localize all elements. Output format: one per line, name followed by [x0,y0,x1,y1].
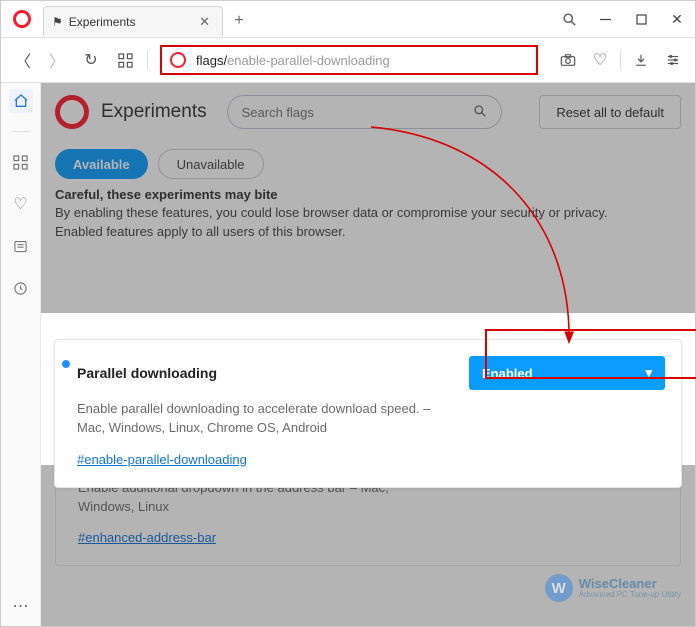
tab-title: Experiments [69,15,195,29]
opera-o-icon [170,52,186,68]
content-area: Experiments Reset all to default Availab… [41,83,695,626]
flag-description: Enable parallel downloading to accelerat… [77,400,437,438]
toolbar-separator [147,50,148,70]
minimize-icon[interactable] [587,1,623,37]
downloads-icon[interactable] [627,46,655,74]
speed-dial-icon[interactable] [111,46,139,74]
toolbar: 〈 〉 ↻ flags/enable-parallel-downloading … [1,37,695,83]
active-dot-icon [62,360,70,368]
dropdown-value: Enabled [482,366,533,381]
sidebar: ♡ ⋯ [1,83,41,626]
close-tab-icon[interactable]: ✕ [195,14,214,30]
watermark-sub: Advanced PC Tune-up Utility [579,590,681,599]
browser-tab[interactable]: ⚑ Experiments ✕ [43,6,223,36]
flag-card-highlighted: Parallel downloading Enabled ▾ Enable pa… [54,339,682,488]
opera-logo[interactable] [7,4,37,34]
sidebar-home-icon[interactable] [9,89,33,113]
dim-overlay [41,83,695,313]
opera-o-icon [13,10,31,28]
chevron-down-icon: ▾ [645,365,652,381]
snapshot-icon[interactable] [554,46,582,74]
maximize-icon[interactable] [623,1,659,37]
flag-anchor-link[interactable]: #enable-parallel-downloading [77,452,247,467]
new-tab-button[interactable]: + [227,12,251,30]
back-button[interactable]: 〈 [9,46,37,74]
reload-button[interactable]: ↻ [77,46,105,74]
sidebar-speed-dial-icon[interactable] [9,150,33,174]
watermark-badge-icon: W [545,574,573,602]
address-text: flags/enable-parallel-downloading [196,53,390,68]
flag-icon: ⚑ [52,15,63,29]
address-bar[interactable]: flags/enable-parallel-downloading [160,45,538,75]
address-prefix: flags/ [196,53,227,68]
close-window-icon[interactable]: ✕ [659,1,695,37]
heart-icon[interactable]: ♡ [586,46,614,74]
watermark-name: WiseCleaner [579,577,681,590]
flag-state-dropdown[interactable]: Enabled ▾ [469,356,665,390]
flag-title: Parallel downloading [77,365,217,381]
toolbar-separator [620,50,621,70]
watermark: W WiseCleaner Advanced PC Tune-up Utilit… [545,574,681,602]
sidebar-separator [12,131,30,132]
titlebar: ⚑ Experiments ✕ + ✕ [1,1,695,37]
sidebar-news-icon[interactable] [9,234,33,258]
sidebar-more-icon[interactable]: ⋯ [13,596,29,616]
window-search-icon[interactable] [551,1,587,37]
address-path: enable-parallel-downloading [227,53,390,68]
window-controls: ✕ [551,1,695,37]
easy-setup-icon[interactable] [659,46,687,74]
sidebar-heart-icon[interactable]: ♡ [9,192,33,216]
forward-button[interactable]: 〉 [43,46,71,74]
sidebar-history-icon[interactable] [9,276,33,300]
